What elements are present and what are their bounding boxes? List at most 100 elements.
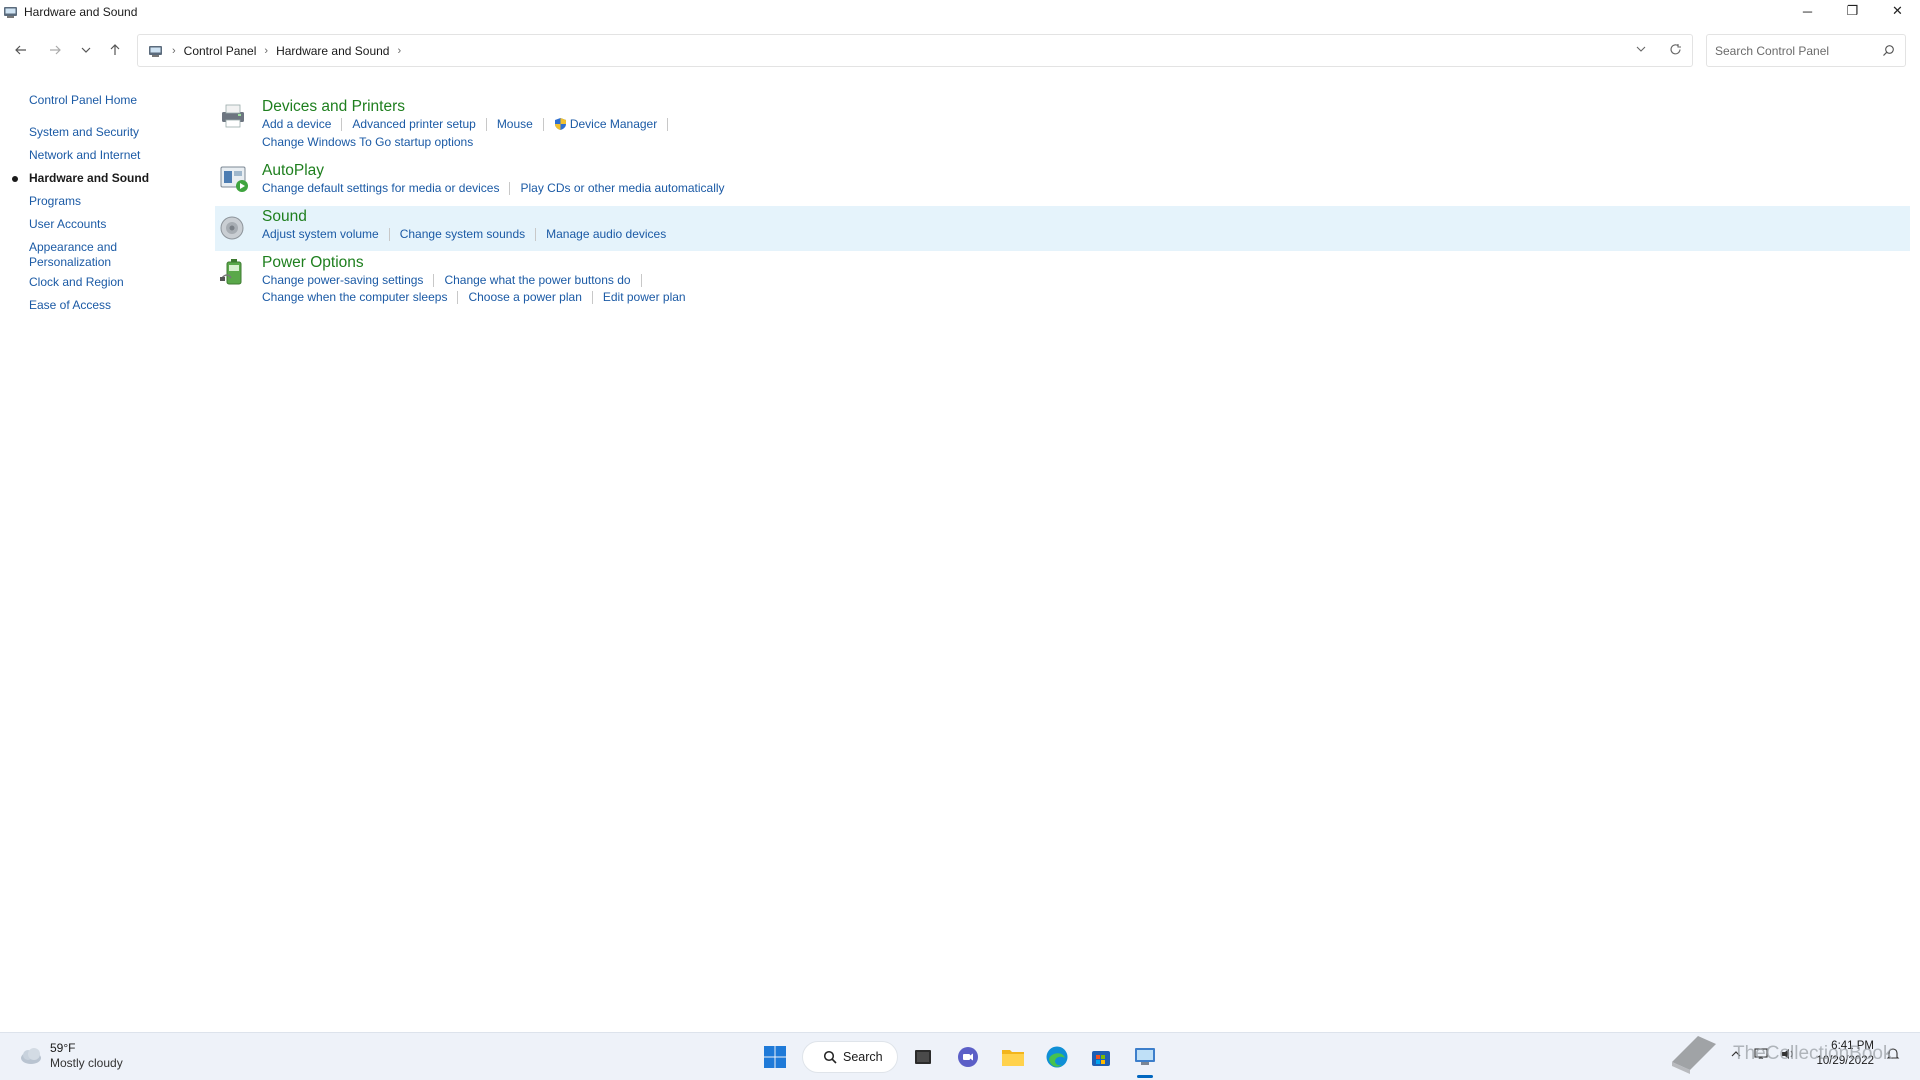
speaker-icon[interactable] [218, 212, 250, 244]
link-divider [457, 290, 459, 304]
nav-ease-of-access[interactable]: Ease of Access [29, 298, 179, 313]
active-bullet [12, 176, 18, 182]
arrow-right-icon [50, 45, 61, 55]
watermark-text: TheCollectionBook [1733, 1043, 1893, 1064]
edit-power-plan-link[interactable]: Edit power plan [603, 290, 686, 304]
printer-icon[interactable] [218, 100, 250, 132]
category-devices-and-printers: Devices and Printers Add a device Advanc… [215, 96, 1910, 152]
link-divider [433, 273, 435, 287]
store-button[interactable] [1087, 1043, 1115, 1071]
search-icon [823, 1050, 837, 1064]
sound-title[interactable]: Sound [262, 208, 307, 226]
title-bar: Hardware and Sound ─ ❐ ✕ [0, 0, 1920, 24]
control-panel-icon [4, 7, 17, 18]
task-view-icon [915, 1050, 931, 1064]
control-panel-icon [1135, 1048, 1155, 1065]
breadcrumb-hardware-and-sound[interactable]: Hardware and Sound [276, 44, 389, 58]
refresh-icon[interactable] [1669, 43, 1682, 56]
edge-browser-button[interactable] [1043, 1043, 1071, 1071]
adjust-system-volume-link[interactable]: Adjust system volume [262, 227, 379, 241]
add-a-device-link[interactable]: Add a device [262, 117, 331, 131]
weather-widget[interactable]: 59°F Mostly cloudy [18, 1041, 123, 1071]
taskbar-search-label: Search [843, 1050, 883, 1064]
search-icon[interactable] [1882, 44, 1895, 57]
nav-programs[interactable]: Programs [29, 194, 179, 209]
folder-icon [1002, 1050, 1024, 1066]
nav-network-and-internet[interactable]: Network and Internet [29, 148, 179, 163]
restore-button[interactable]: ❐ [1830, 0, 1875, 22]
book-watermark-icon [1672, 1036, 1716, 1074]
choose-power-plan-link[interactable]: Choose a power plan [468, 290, 581, 304]
power-options-title[interactable]: Power Options [262, 254, 364, 272]
play-cds-automatically-link[interactable]: Play CDs or other media automatically [520, 181, 724, 195]
link-divider [542, 117, 544, 131]
cloud-icon [21, 1048, 41, 1064]
forward-button[interactable] [45, 40, 65, 60]
chevron-down-icon [81, 47, 91, 53]
autoplay-title[interactable]: AutoPlay [262, 162, 324, 180]
minimize-button[interactable]: ─ [1785, 0, 1830, 22]
search-box[interactable] [1706, 34, 1906, 67]
nav-hardware-and-sound[interactable]: Hardware and Sound [29, 171, 179, 186]
taskbar-search-button[interactable]: Search [802, 1041, 898, 1073]
control-panel-home-link[interactable]: Control Panel Home [29, 93, 137, 107]
weather-temperature: 59°F [50, 1041, 76, 1055]
breadcrumb-separator[interactable]: › [172, 45, 176, 57]
task-view-button[interactable] [909, 1043, 937, 1071]
control-panel-icon [149, 45, 162, 57]
device-manager-link[interactable]: Device Manager [570, 117, 657, 131]
active-app-indicator [1137, 1075, 1153, 1078]
breadcrumb-separator[interactable]: › [397, 45, 401, 57]
mouse-link[interactable]: Mouse [497, 117, 533, 131]
start-button[interactable] [761, 1043, 789, 1071]
nav-clock-and-region[interactable]: Clock and Region [29, 275, 179, 290]
link-divider [341, 117, 343, 131]
link-divider [485, 117, 487, 131]
up-button[interactable] [105, 40, 125, 60]
arrow-left-icon [15, 45, 26, 55]
change-power-buttons-link[interactable]: Change what the power buttons do [444, 273, 630, 287]
category-autoplay: AutoPlay Change default settings for med… [215, 160, 1910, 204]
devices-and-printers-title[interactable]: Devices and Printers [262, 98, 405, 116]
taskbar: 59°F Mostly cloudy Search 6:41 PM 10/29/… [0, 1032, 1920, 1080]
change-system-sounds-link[interactable]: Change system sounds [400, 227, 525, 241]
link-divider [667, 117, 669, 131]
autoplay-icon[interactable] [218, 162, 250, 194]
weather-condition: Mostly cloudy [50, 1056, 123, 1070]
edge-icon [1046, 1046, 1068, 1068]
nav-system-and-security[interactable]: System and Security [29, 125, 179, 140]
nav-appearance-and-personalization[interactable]: Appearance and Personalization [29, 240, 129, 270]
windows-logo-icon [764, 1046, 786, 1068]
file-explorer-button[interactable] [999, 1043, 1027, 1071]
back-button[interactable] [11, 40, 31, 60]
change-power-saving-settings-link[interactable]: Change power-saving settings [262, 273, 423, 287]
advanced-printer-setup-link[interactable]: Advanced printer setup [352, 117, 475, 131]
windows-to-go-link[interactable]: Change Windows To Go startup options [262, 135, 473, 149]
nav-user-accounts[interactable]: User Accounts [29, 217, 179, 232]
battery-icon[interactable] [218, 256, 250, 288]
link-divider [640, 273, 642, 287]
window-title: Hardware and Sound [24, 5, 138, 19]
change-sleep-link[interactable]: Change when the computer sleeps [262, 290, 447, 304]
link-divider [388, 227, 390, 241]
chat-icon [958, 1047, 978, 1067]
arrow-up-icon [110, 44, 120, 55]
change-default-media-settings-link[interactable]: Change default settings for media or dev… [262, 181, 499, 195]
category-sound: Sound Adjust system volume Change system… [215, 206, 1910, 251]
breadcrumb-control-panel[interactable]: Control Panel [184, 44, 257, 58]
link-divider [535, 227, 537, 241]
chat-button[interactable] [954, 1043, 982, 1071]
store-icon [1092, 1051, 1110, 1066]
recent-locations-button[interactable] [76, 40, 96, 60]
breadcrumb-separator[interactable]: › [264, 45, 268, 57]
link-divider [509, 181, 511, 195]
address-bar[interactable]: › Control Panel › Hardware and Sound › [137, 34, 1693, 67]
category-power-options: Power Options Change power-saving settin… [215, 252, 1910, 308]
link-divider [591, 290, 593, 304]
search-input[interactable] [1715, 43, 1875, 58]
shield-icon [554, 118, 566, 130]
manage-audio-devices-link[interactable]: Manage audio devices [546, 227, 666, 241]
close-button[interactable]: ✕ [1875, 0, 1920, 22]
control-panel-taskbar-button[interactable] [1131, 1043, 1159, 1071]
chevron-down-icon[interactable] [1635, 43, 1647, 55]
